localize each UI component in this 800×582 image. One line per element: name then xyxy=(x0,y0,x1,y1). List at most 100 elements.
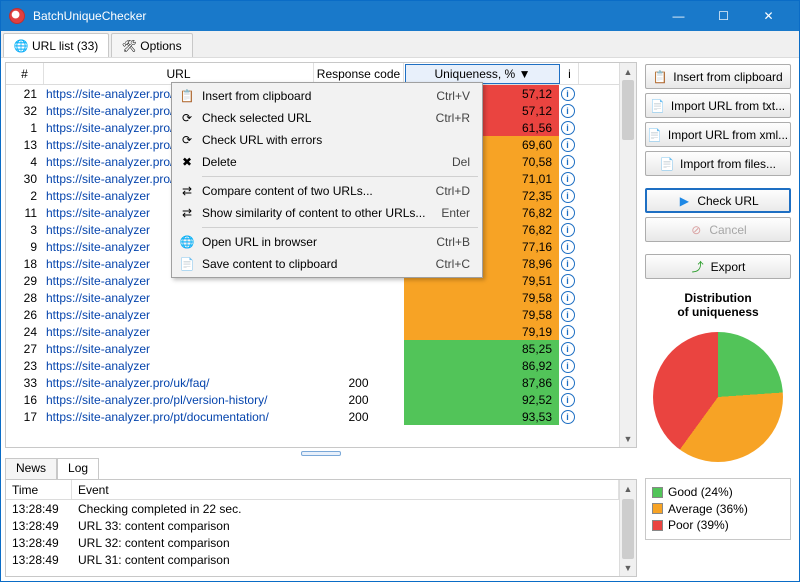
scroll-down-icon[interactable]: ▼ xyxy=(620,559,636,576)
log-row[interactable]: 13:28:49URL 32: content comparison xyxy=(6,534,619,551)
cell-info[interactable]: i xyxy=(559,391,577,408)
menu-item[interactable]: ✖DeleteDel xyxy=(174,151,480,173)
cell-url[interactable]: https://site-analyzer xyxy=(44,340,314,357)
cell-url[interactable]: https://site-analyzer xyxy=(44,306,314,323)
import-xml-button[interactable]: 📄Import URL from xml... xyxy=(645,122,791,147)
scroll-thumb[interactable] xyxy=(622,80,634,140)
cell-info[interactable]: i xyxy=(559,408,577,425)
cell-info[interactable]: i xyxy=(559,255,577,272)
table-row[interactable]: 28https://site-analyzer79,58i xyxy=(6,289,619,306)
close-button[interactable]: ✕ xyxy=(746,1,791,31)
cell-url[interactable]: https://site-analyzer xyxy=(44,323,314,340)
table-row[interactable]: 27https://site-analyzer85,25i xyxy=(6,340,619,357)
maximize-button[interactable]: ☐ xyxy=(701,1,746,31)
tab-options[interactable]: 🛠 Options xyxy=(111,33,192,57)
menu-item[interactable]: 🌐Open URL in browserCtrl+B xyxy=(174,231,480,253)
cell-info[interactable]: i xyxy=(559,204,577,221)
insert-clipboard-button[interactable]: 📋Insert from clipboard xyxy=(645,64,791,89)
info-icon[interactable]: i xyxy=(561,274,575,288)
col-uniqueness[interactable]: Uniqueness, % ▼ xyxy=(405,64,560,84)
menu-item[interactable]: 📋Insert from clipboardCtrl+V xyxy=(174,85,480,107)
cell-info[interactable]: i xyxy=(559,170,577,187)
log-row[interactable]: 13:28:49URL 31: content comparison xyxy=(6,551,619,568)
cell-url[interactable]: https://site-analyzer.pro/pl/version-his… xyxy=(44,391,314,408)
info-icon[interactable]: i xyxy=(561,308,575,322)
info-icon[interactable]: i xyxy=(561,189,575,203)
tab-news[interactable]: News xyxy=(5,458,57,479)
scroll-up-icon[interactable]: ▲ xyxy=(620,480,636,497)
menu-item[interactable]: ⟳Check URL with errors xyxy=(174,129,480,151)
menu-item[interactable]: 📄Save content to clipboardCtrl+C xyxy=(174,253,480,275)
table-row[interactable]: 23https://site-analyzer86,92i xyxy=(6,357,619,374)
tab-url-list[interactable]: 🌐 URL list (33) xyxy=(3,33,109,57)
menu-item[interactable]: ⇄Compare content of two URLs...Ctrl+D xyxy=(174,180,480,202)
minimize-button[interactable]: — xyxy=(656,1,701,31)
import-txt-button[interactable]: 📄Import URL from txt... xyxy=(645,93,791,118)
info-icon[interactable]: i xyxy=(561,359,575,373)
table-row[interactable]: 33https://site-analyzer.pro/uk/faq/20087… xyxy=(6,374,619,391)
cell-url[interactable]: https://site-analyzer xyxy=(44,357,314,374)
export-button[interactable]: ⤴Export xyxy=(645,254,791,279)
col-number[interactable]: # xyxy=(6,63,44,84)
col-info[interactable]: i xyxy=(561,63,579,84)
scroll-down-icon[interactable]: ▼ xyxy=(620,430,636,447)
menu-item[interactable]: ⇄Show similarity of content to other URL… xyxy=(174,202,480,224)
info-icon[interactable]: i xyxy=(561,410,575,424)
cell-info[interactable]: i xyxy=(559,119,577,136)
col-time[interactable]: Time xyxy=(6,480,72,499)
cell-info[interactable]: i xyxy=(559,221,577,238)
cell-info[interactable]: i xyxy=(559,374,577,391)
cell-info[interactable]: i xyxy=(559,289,577,306)
info-icon[interactable]: i xyxy=(561,342,575,356)
info-icon[interactable]: i xyxy=(561,240,575,254)
check-url-button[interactable]: ▶Check URL xyxy=(645,188,791,213)
table-row[interactable]: 26https://site-analyzer79,58i xyxy=(6,306,619,323)
cell-info[interactable]: i xyxy=(559,85,577,102)
log-scrollbar[interactable]: ▲ ▼ xyxy=(619,480,636,576)
info-icon[interactable]: i xyxy=(561,87,575,101)
cell-info[interactable]: i xyxy=(559,272,577,289)
cell-info[interactable]: i xyxy=(559,187,577,204)
table-row[interactable]: 16https://site-analyzer.pro/pl/version-h… xyxy=(6,391,619,408)
scroll-up-icon[interactable]: ▲ xyxy=(620,63,636,80)
col-event[interactable]: Event xyxy=(72,480,619,499)
cell-url[interactable]: https://site-analyzer.pro/pt/documentati… xyxy=(44,408,314,425)
scroll-thumb[interactable] xyxy=(622,499,634,559)
log-row[interactable]: 13:28:49Checking completed in 22 sec. xyxy=(6,500,619,517)
cell-url[interactable]: https://site-analyzer.pro/uk/faq/ xyxy=(44,374,314,391)
cell-info[interactable]: i xyxy=(559,153,577,170)
import-files-button[interactable]: 📄Import from files... xyxy=(645,151,791,176)
info-icon[interactable]: i xyxy=(561,223,575,237)
cell-info[interactable]: i xyxy=(559,102,577,119)
cell-info[interactable]: i xyxy=(559,136,577,153)
table-row[interactable]: 24https://site-analyzer79,19i xyxy=(6,323,619,340)
info-icon[interactable]: i xyxy=(561,376,575,390)
menu-icon: ⇄ xyxy=(179,205,195,221)
tab-log[interactable]: Log xyxy=(57,458,99,479)
info-icon[interactable]: i xyxy=(561,155,575,169)
info-icon[interactable]: i xyxy=(561,172,575,186)
info-icon[interactable]: i xyxy=(561,121,575,135)
grid-scrollbar[interactable]: ▲ ▼ xyxy=(619,63,636,447)
cell-info[interactable]: i xyxy=(559,357,577,374)
cell-info[interactable]: i xyxy=(559,238,577,255)
cell-info[interactable]: i xyxy=(559,323,577,340)
log-row[interactable]: 13:28:49URL 33: content comparison xyxy=(6,517,619,534)
info-icon[interactable]: i xyxy=(561,104,575,118)
log-header[interactable]: Time Event xyxy=(6,480,619,500)
cell-info[interactable]: i xyxy=(559,306,577,323)
info-icon[interactable]: i xyxy=(561,393,575,407)
info-icon[interactable]: i xyxy=(561,206,575,220)
info-icon[interactable]: i xyxy=(561,291,575,305)
info-icon[interactable]: i xyxy=(561,257,575,271)
url-grid[interactable]: # URL Response code Uniqueness, % ▼ i 21… xyxy=(5,62,637,448)
info-icon[interactable]: i xyxy=(561,138,575,152)
cell-info[interactable]: i xyxy=(559,340,577,357)
info-icon[interactable]: i xyxy=(561,325,575,339)
menu-item[interactable]: ⟳Check selected URLCtrl+R xyxy=(174,107,480,129)
col-url[interactable]: URL xyxy=(44,63,314,84)
col-response[interactable]: Response code xyxy=(314,63,404,84)
table-row[interactable]: 17https://site-analyzer.pro/pt/documenta… xyxy=(6,408,619,425)
cell-url[interactable]: https://site-analyzer xyxy=(44,289,314,306)
splitter-handle[interactable] xyxy=(5,448,637,458)
